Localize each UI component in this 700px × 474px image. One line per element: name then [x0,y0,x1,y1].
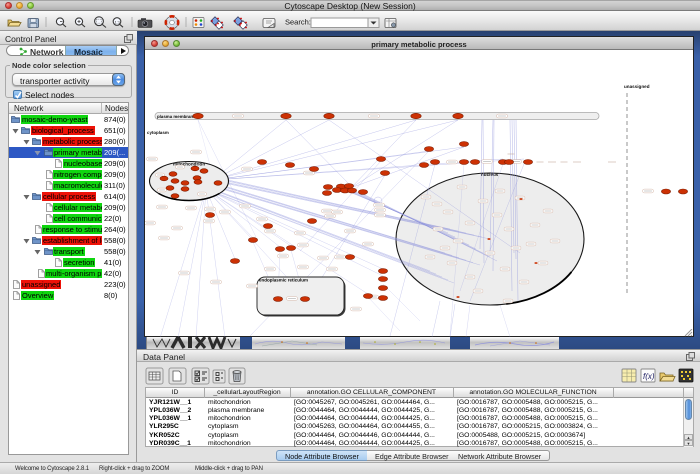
svg-text:plasma membrane: plasma membrane [157,114,196,119]
svg-text:endoplasmic reticulum: endoplasmic reticulum [259,278,308,283]
svg-text:unassigned: unassigned [624,84,650,89]
svg-text:Search:: Search: [285,17,311,26]
svg-text:nucleus: nucleus [481,172,499,177]
svg-text:f(x): f(x) [643,372,655,381]
svg-text:1:1: 1:1 [115,19,121,24]
svg-text:cytoplasm: cytoplasm [147,130,169,135]
